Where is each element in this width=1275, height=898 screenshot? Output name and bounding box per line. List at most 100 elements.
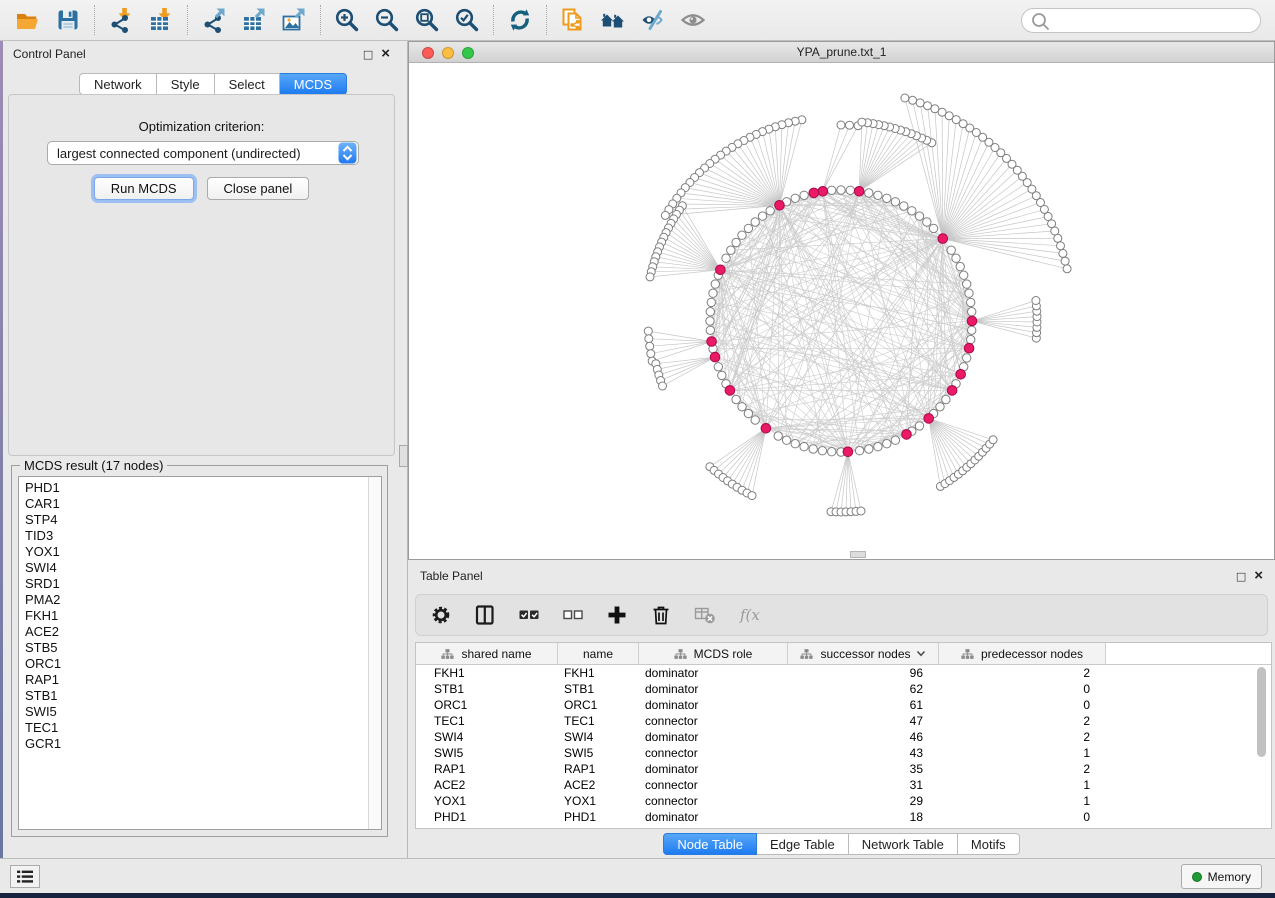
table-row[interactable]: FKH1FKH1dominator962 (416, 665, 1271, 681)
zoom-in-button[interactable] (327, 3, 367, 37)
tab-edge-table[interactable]: Edge Table (757, 833, 849, 855)
vertical-splitter[interactable] (400, 41, 408, 858)
column-header-successor-nodes[interactable]: successor nodes (788, 643, 939, 664)
mcds-result-node[interactable]: TID3 (25, 528, 381, 544)
refresh-button[interactable] (500, 3, 540, 37)
table-panel-float-icon[interactable]: □ (1236, 570, 1246, 583)
cell-name: TEC1 (558, 714, 639, 728)
mcds-result-node[interactable]: SWI5 (25, 704, 381, 720)
tab-select[interactable]: Select (215, 73, 280, 95)
import-network-button[interactable] (101, 3, 141, 37)
network-canvas[interactable] (409, 63, 1274, 559)
optimization-criterion-select[interactable]: largest connected component (undirected) (47, 141, 359, 165)
refresh-icon (507, 7, 533, 33)
table-row[interactable]: SWI5SWI5connector431 (416, 745, 1271, 761)
delete-column-button[interactable] (650, 604, 672, 626)
settings-gear-button[interactable] (430, 604, 452, 626)
mcds-result-node[interactable]: GCR1 (25, 736, 381, 752)
zoom-selected-icon (454, 7, 480, 33)
export-network-button[interactable] (194, 3, 234, 37)
double-house-button[interactable] (593, 3, 633, 37)
tab-style[interactable]: Style (157, 73, 215, 95)
tab-mcds[interactable]: MCDS (280, 73, 347, 95)
mcds-list-scrollbar[interactable] (368, 477, 381, 829)
mcds-result-node[interactable]: TEC1 (25, 720, 381, 736)
mcds-result-node[interactable]: PHD1 (25, 480, 381, 496)
show-graphics-details-button[interactable] (673, 3, 713, 37)
select-all-button[interactable] (518, 604, 540, 626)
hide-graphics-details-button[interactable] (633, 3, 673, 37)
table-row[interactable]: STB1STB1dominator620 (416, 681, 1271, 697)
table-row[interactable]: ORC1ORC1dominator610 (416, 697, 1271, 713)
search-box[interactable] (1021, 8, 1261, 33)
horizontal-splitter-handle[interactable] (850, 551, 866, 558)
cell-shared-name: FKH1 (416, 666, 558, 680)
node-table[interactable]: shared namenameMCDS rolesuccessor nodesp… (415, 642, 1272, 829)
close-panel-button[interactable]: Close panel (207, 177, 310, 200)
save-session-button[interactable] (48, 3, 88, 37)
control-panel-float-icon[interactable]: □ (363, 48, 373, 61)
table-scrollbar[interactable] (1257, 667, 1268, 827)
task-history-button[interactable] (10, 865, 40, 888)
clone-network-button[interactable] (553, 3, 593, 37)
mcds-result-node[interactable]: STB1 (25, 688, 381, 704)
mcds-result-node[interactable]: STB5 (25, 640, 381, 656)
tab-node-table[interactable]: Node Table (663, 833, 757, 855)
zoom-out-button[interactable] (367, 3, 407, 37)
zoom-selected-button[interactable] (447, 3, 487, 37)
add-column-icon (606, 604, 628, 626)
mcds-result-node[interactable]: FKH1 (25, 608, 381, 624)
open-file-button[interactable] (8, 3, 48, 37)
mcds-result-node[interactable]: ORC1 (25, 656, 381, 672)
export-table-button[interactable] (234, 3, 274, 37)
table-panel-close-icon[interactable]: × (1254, 571, 1263, 581)
cell-shared-name: ACE2 (416, 778, 558, 792)
toolbar-separator (320, 5, 321, 35)
minimize-traffic-light[interactable] (442, 47, 454, 59)
vertical-splitter-handle[interactable] (399, 445, 408, 467)
zoom-fit-button[interactable] (407, 3, 447, 37)
mcds-result-node[interactable]: SRD1 (25, 576, 381, 592)
run-mcds-button[interactable]: Run MCDS (94, 177, 194, 200)
column-header-MCDS-role[interactable]: MCDS role (639, 643, 788, 664)
mcds-tab-content: Optimization criterion: largest connecte… (8, 94, 395, 456)
table-row[interactable]: SWI4SWI4dominator462 (416, 729, 1271, 745)
table-toolbar: f(x) (415, 594, 1268, 636)
column-layout-button[interactable] (474, 604, 496, 626)
mcds-result-node[interactable]: SWI4 (25, 560, 381, 576)
cell-shared-name: SWI5 (416, 746, 558, 760)
close-traffic-light[interactable] (422, 47, 434, 59)
network-window-titlebar[interactable]: YPA_prune.txt_1 (409, 42, 1274, 63)
table-row[interactable]: YOX1YOX1connector291 (416, 793, 1271, 809)
tab-network-table[interactable]: Network Table (849, 833, 958, 855)
maximize-traffic-light[interactable] (462, 47, 474, 59)
table-scrollbar-thumb[interactable] (1257, 667, 1266, 757)
mcds-result-list[interactable]: PHD1CAR1STP4TID3YOX1SWI4SRD1PMA2FKH1ACE2… (18, 476, 382, 830)
memory-button[interactable]: Memory (1181, 864, 1262, 889)
add-column-button[interactable] (606, 604, 628, 626)
deselect-all-button[interactable] (562, 604, 584, 626)
hierarchy-icon (674, 648, 687, 660)
mcds-result-node[interactable]: ACE2 (25, 624, 381, 640)
cell-MCDS-role: dominator (639, 682, 788, 696)
tab-motifs[interactable]: Motifs (958, 833, 1020, 855)
import-table-button[interactable] (141, 3, 181, 37)
cell-name: YOX1 (558, 794, 639, 808)
table-row[interactable]: PHD1PHD1dominator180 (416, 809, 1271, 825)
table-panel: Table Panel □ × f(x) shared namenameMCDS… (408, 563, 1275, 858)
column-header-predecessor-nodes[interactable]: predecessor nodes (939, 643, 1106, 664)
table-row[interactable]: ACE2ACE2connector311 (416, 777, 1271, 793)
mcds-result-node[interactable]: RAP1 (25, 672, 381, 688)
column-header-shared-name[interactable]: shared name (416, 643, 558, 664)
column-header-name[interactable]: name (558, 643, 639, 664)
mcds-result-node[interactable]: STP4 (25, 512, 381, 528)
deselect-all-icon (562, 604, 584, 626)
table-row[interactable]: TEC1TEC1connector472 (416, 713, 1271, 729)
mcds-result-node[interactable]: YOX1 (25, 544, 381, 560)
mcds-result-node[interactable]: PMA2 (25, 592, 381, 608)
control-panel-close-icon[interactable]: × (381, 49, 390, 59)
tab-network[interactable]: Network (79, 73, 157, 95)
table-row[interactable]: RAP1RAP1dominator352 (416, 761, 1271, 777)
export-image-button[interactable] (274, 3, 314, 37)
mcds-result-node[interactable]: CAR1 (25, 496, 381, 512)
